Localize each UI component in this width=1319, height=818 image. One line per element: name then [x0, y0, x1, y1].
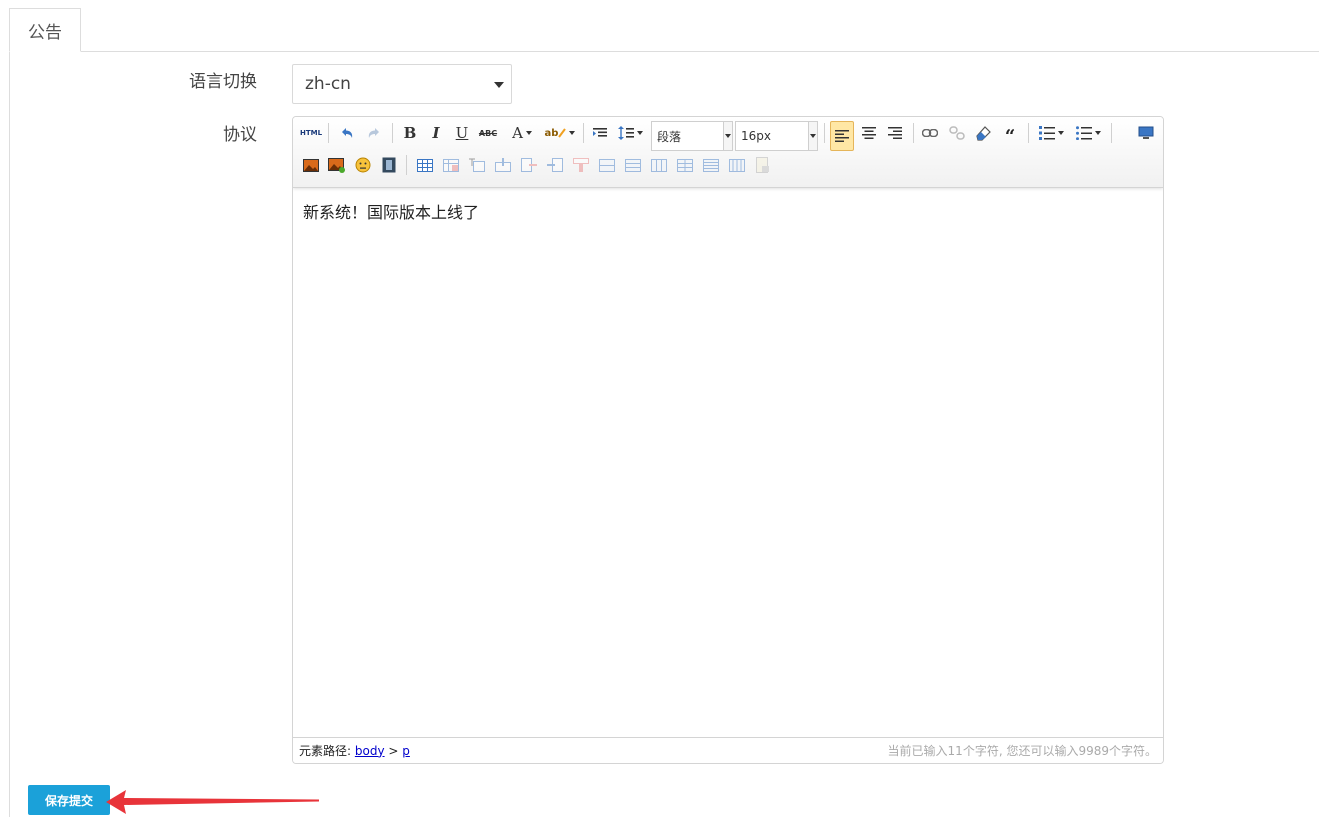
- italic-icon[interactable]: I: [426, 122, 446, 144]
- tab-bar-divider: [80, 51, 1319, 52]
- toolbar-separator: [913, 123, 914, 143]
- toolbar-separator: [1028, 123, 1029, 143]
- font-color-icon[interactable]: A: [506, 122, 538, 144]
- language-label: 语言切换: [189, 72, 257, 92]
- highlight-label: ab: [544, 127, 559, 139]
- font-size-select[interactable]: 16px: [735, 121, 818, 151]
- agreement-label: 协议: [223, 125, 257, 145]
- editor-statusbar: 元素路径: body > p 当前已输入11个字符, 您还可以输入9989个字符…: [293, 737, 1163, 763]
- emoticon-icon[interactable]: [353, 154, 373, 176]
- toolbar-separator: [824, 123, 825, 143]
- delete-row-icon[interactable]: [519, 154, 539, 176]
- toolbar-separator: [583, 123, 584, 143]
- font-color-label: A: [512, 124, 523, 142]
- split-to-rows-icon[interactable]: [701, 154, 721, 176]
- editor-toolbar: HTML B I U ABC A ab 段落 16px “: [293, 117, 1163, 188]
- language-select[interactable]: zh-cn: [292, 64, 512, 104]
- video-icon[interactable]: [379, 154, 399, 176]
- split-to-cells-icon[interactable]: [675, 154, 695, 176]
- element-path-p-link[interactable]: p: [402, 744, 410, 758]
- strikethrough-label: ABC: [478, 128, 498, 138]
- element-path-separator: >: [388, 743, 399, 758]
- link-icon[interactable]: [920, 122, 940, 144]
- split-to-cols-icon[interactable]: [727, 154, 747, 176]
- red-arrow-annotation: [106, 790, 319, 814]
- insert-paragraph-before-table-icon[interactable]: [467, 154, 487, 176]
- merge-cells-icon[interactable]: [597, 154, 617, 176]
- align-left-icon[interactable]: [830, 121, 854, 151]
- panel-border: [9, 51, 10, 817]
- undo-icon[interactable]: [337, 122, 357, 144]
- align-right-icon[interactable]: [885, 122, 905, 144]
- image-icon[interactable]: [301, 154, 321, 176]
- fullscreen-icon[interactable]: [1135, 122, 1157, 144]
- chevron-down-icon: [1057, 131, 1064, 135]
- paragraph-format-select[interactable]: 段落: [651, 121, 733, 151]
- insert-image-icon[interactable]: [326, 154, 346, 176]
- html-source-label: HTML: [299, 129, 323, 137]
- insert-column-icon[interactable]: [545, 154, 565, 176]
- italic-label: I: [432, 124, 440, 142]
- highlight-color-icon[interactable]: ab: [543, 122, 577, 144]
- chevron-down-icon: [525, 131, 532, 135]
- element-path-label: 元素路径:: [299, 744, 352, 758]
- save-submit-button[interactable]: 保存提交: [28, 785, 110, 815]
- strikethrough-icon[interactable]: ABC: [477, 122, 499, 144]
- merge-down-icon[interactable]: [649, 154, 669, 176]
- font-size-value: 16px: [741, 129, 771, 143]
- chevron-down-icon: [808, 122, 817, 150]
- element-path-body-link[interactable]: body: [355, 744, 385, 758]
- toolbar-separator: [392, 123, 393, 143]
- chevron-down-icon: [723, 122, 732, 150]
- eraser-icon[interactable]: [973, 122, 993, 144]
- tab-announcement[interactable]: 公告: [9, 8, 81, 52]
- chevron-down-icon: [494, 82, 504, 88]
- bold-icon[interactable]: B: [400, 122, 420, 144]
- unlink-icon[interactable]: [947, 122, 967, 144]
- toolbar-separator: [328, 123, 329, 143]
- blockquote-icon[interactable]: “: [999, 122, 1021, 147]
- rich-text-editor[interactable]: HTML B I U ABC A ab 段落 16px “ 新系统！国际版本上线…: [292, 116, 1164, 764]
- underline-label: U: [455, 124, 469, 142]
- editor-content[interactable]: 新系统！国际版本上线了: [303, 199, 479, 223]
- underline-icon[interactable]: U: [452, 122, 472, 144]
- insert-row-icon[interactable]: [493, 154, 513, 176]
- unordered-list-icon[interactable]: [1073, 122, 1103, 144]
- align-center-icon[interactable]: [859, 122, 879, 144]
- chevron-down-icon: [569, 131, 576, 135]
- ordered-list-icon[interactable]: [1036, 122, 1066, 144]
- tab-label: 公告: [28, 22, 62, 43]
- chevron-down-icon: [636, 131, 643, 135]
- merge-right-icon[interactable]: [623, 154, 643, 176]
- paragraph-format-value: 段落: [657, 129, 682, 144]
- bold-label: B: [403, 124, 417, 142]
- chevron-down-icon: [1094, 131, 1101, 135]
- redo-icon[interactable]: [364, 122, 384, 144]
- language-select-value: zh-cn: [305, 74, 351, 94]
- line-height-icon[interactable]: [616, 122, 644, 144]
- toolbar-separator: [1111, 123, 1112, 143]
- toolbar-separator: [406, 155, 407, 175]
- html-source-icon[interactable]: HTML: [299, 122, 323, 144]
- table-icon[interactable]: [415, 154, 435, 176]
- delete-table-icon[interactable]: [441, 154, 461, 176]
- delete-column-icon[interactable]: [571, 154, 591, 176]
- word-counter: 当前已输入11个字符, 您还可以输入9989个字符。: [887, 744, 1157, 758]
- print-icon[interactable]: [753, 154, 773, 176]
- indent-icon[interactable]: [591, 122, 609, 144]
